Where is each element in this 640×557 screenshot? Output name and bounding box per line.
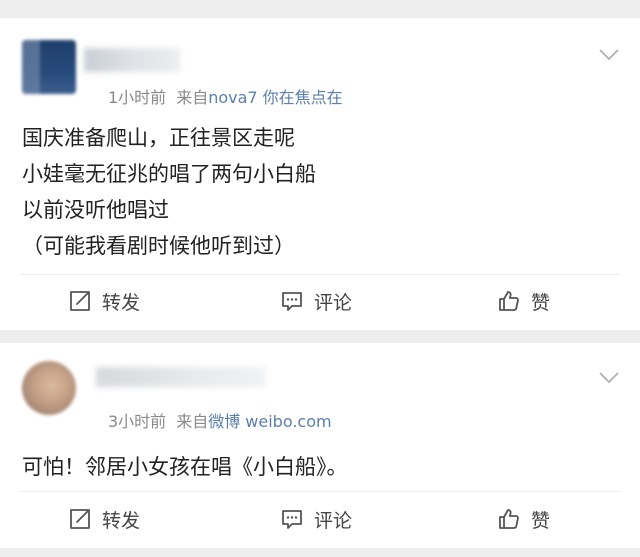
repost-button[interactable]: 转发	[68, 494, 140, 544]
post-text-line: （可能我看剧时候他听到过）	[22, 234, 295, 258]
post-actions: 转发 评论 赞	[0, 494, 640, 544]
post-card: 3小时前来自微博 weibo.com 可怕！邻居小女孩在唱《小白船》。 转发	[0, 343, 640, 548]
post-content: 可怕！邻居小女孩在唱《小白船》。	[22, 449, 616, 485]
post-source[interactable]: 微博 weibo.com	[208, 412, 331, 431]
weibo-feed: 1小时前 来自nova7 你在焦点在 国庆准备爬山，正往景区走呢 小娃毫无征兆的唱…	[0, 0, 640, 557]
post-meta: 1小时前 来自nova7 你在焦点在	[108, 84, 343, 108]
avatar[interactable]	[22, 40, 76, 94]
username-blurred[interactable]	[96, 367, 266, 387]
post-time: 1小时前	[108, 88, 167, 107]
comment-label: 评论	[314, 291, 353, 314]
username-blurred[interactable]	[84, 48, 180, 72]
avatar[interactable]	[22, 361, 76, 415]
post-actions: 转发 评论 赞	[0, 276, 640, 326]
divider	[20, 274, 620, 275]
repost-button[interactable]: 转发	[68, 276, 140, 326]
post-time: 3小时前	[108, 412, 167, 431]
post-text-line: 小娃毫无征兆的唱了两句小白船	[22, 162, 316, 186]
post-text-line: 以前没听他唱过	[22, 198, 169, 222]
thumbs-up-icon	[499, 509, 519, 529]
post-source[interactable]: nova7 你在焦点在	[208, 88, 342, 107]
chevron-down-icon[interactable]	[598, 48, 620, 62]
comment-icon	[282, 292, 302, 311]
comment-label: 评论	[314, 509, 353, 532]
source-prefix: 来自	[176, 88, 209, 107]
repost-label: 转发	[102, 291, 141, 314]
post-card: 1小时前 来自nova7 你在焦点在 国庆准备爬山，正往景区走呢 小娃毫无征兆的唱…	[0, 18, 640, 330]
source-prefix: 来自	[176, 412, 209, 431]
post-content: 国庆准备爬山，正往景区走呢 小娃毫无征兆的唱了两句小白船 以前没听他唱过 （可能…	[22, 120, 616, 264]
comment-button[interactable]: 评论	[280, 276, 352, 326]
post-text-line: 国庆准备爬山，正往景区走呢	[22, 126, 295, 150]
post-meta: 3小时前 来自微博 weibo.com	[108, 408, 332, 432]
comment-button[interactable]: 评论	[280, 494, 352, 544]
thumbs-up-icon	[499, 291, 519, 311]
comment-icon	[282, 510, 302, 529]
like-button[interactable]: 赞	[497, 276, 550, 326]
like-label: 赞	[531, 291, 551, 314]
like-button[interactable]: 赞	[497, 494, 550, 544]
like-label: 赞	[531, 509, 551, 532]
chevron-down-icon[interactable]	[598, 371, 620, 385]
divider	[20, 491, 620, 492]
repost-label: 转发	[102, 509, 141, 532]
repost-icon	[70, 291, 90, 311]
post-text-line: 可怕！邻居小女孩在唱《小白船》。	[22, 455, 348, 479]
repost-icon	[70, 509, 90, 529]
